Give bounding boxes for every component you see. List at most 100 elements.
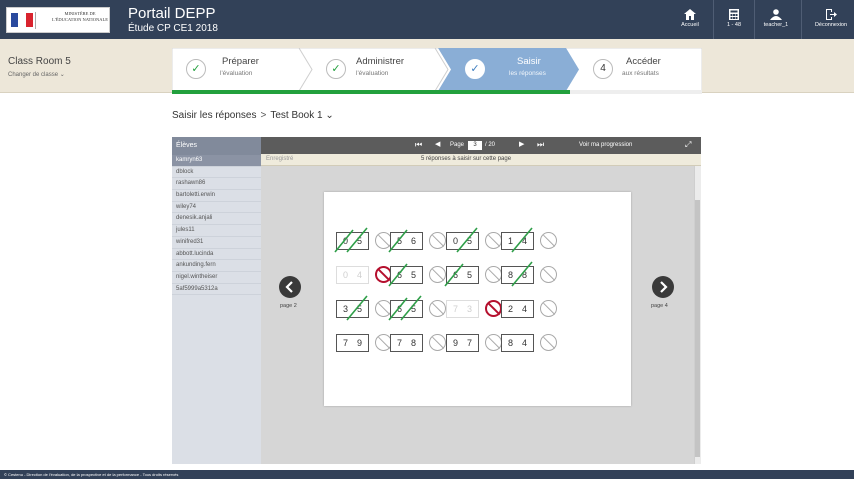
answer-digit: 7	[467, 338, 473, 348]
last-page-icon[interactable]: ⏭	[537, 140, 544, 150]
answer-digit: 8	[508, 338, 514, 348]
answer-digit: 9	[357, 338, 363, 348]
blank-toggle-icon[interactable]	[540, 334, 557, 351]
step-results[interactable]: 4 Accéder aux résultats	[579, 48, 702, 91]
nav-logout-label: Déconnexion	[814, 22, 848, 28]
answer-box[interactable]: 84	[501, 334, 534, 352]
next-page-label: page 4	[651, 303, 668, 309]
step-prepare-sub: l'évaluation	[220, 70, 253, 77]
next-page-icon[interactable]: ▶	[519, 140, 524, 148]
student-item[interactable]: 5af5999a5312a	[172, 284, 261, 296]
logo-text: MINISTÈRE DE L'ÉDUCATION NATIONALE	[52, 11, 108, 22]
prev-page-label: page 2	[280, 303, 297, 309]
nav-user-label: teacher_1	[763, 22, 789, 28]
app-title: Portail DEPP	[128, 5, 216, 22]
student-item[interactable]: wiley74	[172, 202, 261, 214]
correction-strike	[511, 261, 533, 287]
workflow-stepper: ✓ Préparer l'évaluation ✓ Administrer l'…	[172, 48, 702, 94]
correction-strike	[388, 229, 408, 253]
student-item[interactable]: ankunding.fern	[172, 260, 261, 272]
first-page-icon[interactable]: ⏮	[415, 140, 422, 150]
student-list-header: Élèves	[172, 137, 261, 155]
step-administer[interactable]: ✓ Administrer l'évaluation	[312, 48, 438, 91]
student-item[interactable]: kamryn63	[172, 155, 261, 167]
student-item[interactable]: bartoletti.erwin	[172, 190, 261, 202]
answer-digit: 8	[411, 338, 417, 348]
blank-toggle-icon[interactable]	[429, 300, 446, 317]
step-enter-answers[interactable]: ✓ Saisir les réponses	[451, 48, 579, 91]
step-enter-sub: les réponses	[509, 70, 546, 77]
change-class-link[interactable]: Changer de classe ⌄	[8, 71, 65, 78]
answer-box[interactable]: 97	[446, 334, 479, 352]
answer-box[interactable]: 88	[501, 261, 534, 287]
answer-box[interactable]: 05	[334, 227, 369, 253]
answer-box[interactable]: 65	[388, 295, 423, 321]
nav-user[interactable]: teacher_1	[760, 0, 792, 39]
student-item[interactable]: rashawn86	[172, 178, 261, 191]
answer-digit: 4	[522, 338, 528, 348]
correction-strike	[388, 263, 408, 287]
no-answer-icon[interactable]	[485, 300, 502, 317]
page-total: / 20	[485, 142, 496, 148]
correction-strike	[511, 227, 533, 253]
correction-strike	[388, 295, 422, 321]
page-input[interactable]: 3	[468, 141, 482, 150]
correction-strike	[456, 227, 478, 253]
answer-box[interactable]: 24	[501, 300, 534, 318]
home-icon	[684, 9, 696, 20]
answer-box[interactable]: 35	[336, 295, 369, 321]
student-item[interactable]: nigel.wintheiser	[172, 272, 261, 284]
answer-box[interactable]: 79	[336, 334, 369, 352]
answer-box[interactable]: 78	[390, 334, 423, 352]
book-selector[interactable]: Test Book 1	[270, 110, 322, 121]
answer-box[interactable]: 05	[446, 227, 479, 253]
check-icon: ✓	[465, 59, 485, 79]
answer-box[interactable]: 65	[444, 263, 479, 287]
answer-digit: 2	[508, 304, 514, 314]
chevron-down-icon: ⌄	[59, 72, 65, 78]
blank-toggle-icon[interactable]	[429, 334, 446, 351]
student-item[interactable]: jules11	[172, 225, 261, 237]
chevron-down-icon[interactable]: ⌄	[325, 110, 333, 121]
blank-toggle-icon[interactable]	[540, 232, 557, 249]
nav-count[interactable]: 1 - 48	[722, 0, 746, 39]
next-page-button[interactable]	[652, 276, 674, 298]
prev-page-icon[interactable]: ◀	[435, 140, 440, 148]
student-item[interactable]: denesik.anjali	[172, 213, 261, 226]
breadcrumb-root[interactable]: Saisir les réponses	[172, 110, 256, 121]
answer-digit: 9	[453, 338, 459, 348]
app-header: MINISTÈRE DE L'ÉDUCATION NATIONALE Porta…	[0, 0, 854, 39]
answer-box[interactable]: 56	[388, 229, 423, 253]
progress-button[interactable]: Voir ma progression	[579, 142, 632, 148]
change-class-label: Changer de classe	[8, 72, 59, 78]
answer-sheet: 05560514046565883565732479789784	[324, 192, 631, 406]
breadcrumb: Saisir les réponses > Test Book 1 ⌄	[172, 110, 334, 121]
answer-digit: 7	[453, 304, 459, 314]
logout-icon	[826, 9, 837, 20]
blank-toggle-icon[interactable]	[540, 266, 557, 283]
calculator-icon	[729, 9, 739, 20]
fullscreen-icon[interactable]: ⤢	[685, 140, 691, 150]
blank-toggle-icon[interactable]	[540, 300, 557, 317]
student-item[interactable]: abbott.lucinda	[172, 249, 261, 261]
scrollbar-thumb[interactable]	[695, 200, 700, 457]
answer-box[interactable]: 65	[388, 263, 423, 287]
blank-toggle-icon[interactable]	[485, 334, 502, 351]
answer-box[interactable]: 14	[501, 227, 534, 253]
student-item[interactable]: winifred31	[172, 237, 261, 249]
step-administer-sub: l'évaluation	[356, 70, 389, 77]
correction-strike	[444, 263, 464, 287]
answer-box[interactable]: 04	[336, 266, 369, 284]
step-prepare[interactable]: ✓ Préparer l'évaluation	[172, 48, 299, 91]
answer-box[interactable]: 73	[446, 300, 479, 318]
class-name: Class Room 5	[8, 56, 71, 67]
page-label: Page	[450, 142, 465, 148]
student-item[interactable]: dblock	[172, 167, 261, 179]
student-list: Élèves kamryn63 dblock rashawn86 bartole…	[172, 137, 261, 464]
chevron-right-icon	[660, 281, 668, 293]
prev-page-button[interactable]	[279, 276, 301, 298]
nav-home[interactable]: Accueil	[676, 0, 704, 39]
status-message: 5 réponses à saisir sur cette page	[421, 156, 512, 162]
step-results-title: Accéder	[626, 56, 661, 67]
nav-logout[interactable]: Déconnexion	[810, 0, 852, 39]
